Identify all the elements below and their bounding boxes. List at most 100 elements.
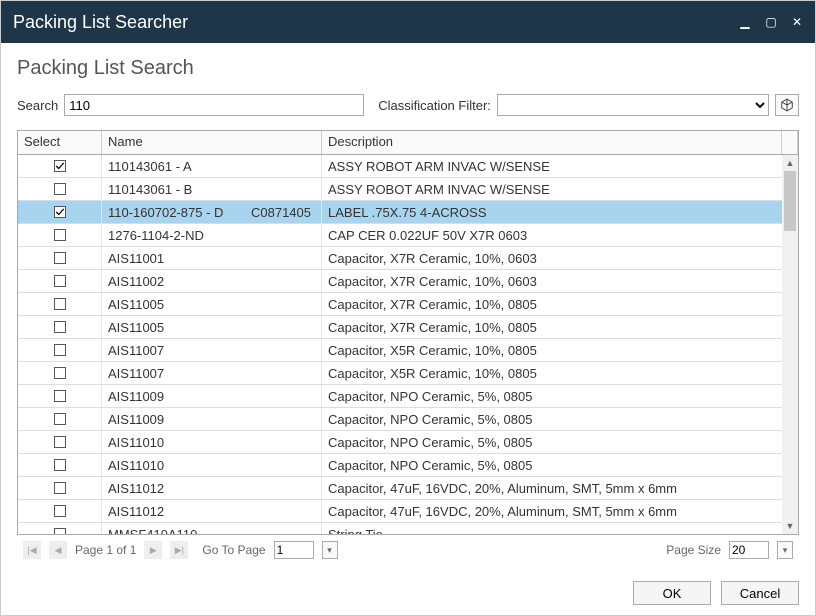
row-checkbox[interactable] [54, 229, 66, 241]
row-checkbox[interactable] [54, 505, 66, 517]
window-controls: ▁ ▢ ✕ [739, 15, 803, 29]
row-checkbox[interactable] [54, 344, 66, 356]
classification-filter-select[interactable] [497, 94, 769, 116]
row-name: AIS11010 [108, 458, 164, 473]
row-description: Capacitor, NPO Ceramic, 5%, 0805 [328, 435, 532, 450]
table-row[interactable]: AIS11005 Capacitor, X7R Ceramic, 10%, 080… [18, 293, 798, 316]
row-checkbox[interactable] [54, 482, 66, 494]
column-header-description[interactable]: Description [322, 131, 782, 154]
goto-page-label: Go To Page [202, 543, 265, 557]
row-description: Capacitor, NPO Ceramic, 5%, 0805 [328, 458, 532, 473]
row-checkbox[interactable] [54, 413, 66, 425]
row-description: Capacitor, 47uF, 16VDC, 20%, Aluminum, S… [328, 481, 677, 496]
titlebar: Packing List Searcher ▁ ▢ ✕ [1, 1, 815, 43]
row-description: Capacitor, X7R Ceramic, 10%, 0805 [328, 297, 537, 312]
pager: |◀ ◀ Page 1 of 1 ▶ ▶| Go To Page ▾ Page … [17, 535, 799, 561]
grid-header: Select Name Description [18, 131, 798, 155]
row-name: AIS11009 [108, 412, 164, 427]
table-row[interactable]: AIS11010 Capacitor, NPO Ceramic, 5%, 0805 [18, 431, 798, 454]
row-name: AIS11001 [108, 251, 164, 266]
table-row[interactable]: AIS11012 Capacitor, 47uF, 16VDC, 20%, Alu… [18, 500, 798, 523]
cube-button[interactable] [775, 94, 799, 116]
page-size-dropdown[interactable]: ▾ [777, 541, 793, 559]
row-checkbox[interactable] [54, 275, 66, 287]
row-checkbox[interactable] [54, 206, 66, 218]
row-checkbox[interactable] [54, 459, 66, 471]
dialog-footer: OK Cancel [1, 571, 815, 615]
column-header-name[interactable]: Name [102, 131, 322, 154]
row-description: ASSY ROBOT ARM INVAC W/SENSE [328, 159, 550, 174]
table-row[interactable]: MMSF419A110 String Tie [18, 523, 798, 534]
table-row[interactable]: AIS11005 Capacitor, X7R Ceramic, 10%, 080… [18, 316, 798, 339]
results-grid: Select Name Description 110143061 - AASS… [17, 130, 799, 535]
row-checkbox[interactable] [54, 160, 66, 172]
row-name: AIS11012 [108, 504, 164, 519]
row-checkbox[interactable] [54, 183, 66, 195]
ok-button[interactable]: OK [633, 581, 711, 605]
table-row[interactable]: AIS11009Capacitor, NPO Ceramic, 5%, 0805 [18, 408, 798, 431]
page-title: Packing List Search [17, 57, 799, 80]
table-row[interactable]: 1276-1104-2-ND CAP CER 0.022UF 50V X7R 06… [18, 224, 798, 247]
column-header-select[interactable]: Select [18, 131, 102, 154]
close-icon[interactable]: ✕ [791, 15, 803, 29]
row-checkbox[interactable] [54, 436, 66, 448]
scroll-thumb[interactable] [784, 171, 796, 231]
row-name: AIS11012 [108, 481, 164, 496]
row-checkbox[interactable] [54, 528, 66, 534]
goto-page-input[interactable] [274, 541, 314, 559]
row-checkbox[interactable] [54, 252, 66, 264]
row-name: 110-160702-875 - D [108, 205, 223, 220]
row-description: CAP CER 0.022UF 50V X7R 0603 [328, 228, 527, 243]
row-description: Capacitor, X5R Ceramic, 10%, 0805 [328, 343, 537, 358]
first-page-button[interactable]: |◀ [23, 541, 41, 559]
table-row[interactable]: 110-160702-875 - D C0871405 LABEL .75X.75 … [18, 201, 798, 224]
row-description: Capacitor, 47uF, 16VDC, 20%, Aluminum, S… [328, 504, 677, 519]
table-row[interactable]: AIS11007Capacitor, X5R Ceramic, 10%, 080… [18, 339, 798, 362]
table-row[interactable]: AIS11002 Capacitor, X7R Ceramic, 10%, 060… [18, 270, 798, 293]
row-checkbox[interactable] [54, 367, 66, 379]
next-page-button[interactable]: ▶ [144, 541, 162, 559]
row-description: LABEL .75X.75 4-ACROSS [328, 205, 487, 220]
scroll-up-icon[interactable]: ▲ [782, 155, 798, 171]
row-name: MMSF419A110 [108, 527, 197, 535]
table-row[interactable]: 110143061 - AASSY ROBOT ARM INVAC W/SENS… [18, 155, 798, 178]
row-checkbox[interactable] [54, 390, 66, 402]
last-page-button[interactable]: ▶| [170, 541, 188, 559]
row-name: AIS11010 [108, 435, 164, 450]
row-description: ASSY ROBOT ARM INVAC W/SENSE [328, 182, 550, 197]
row-description: Capacitor, NPO Ceramic, 5%, 0805 [328, 389, 532, 404]
scroll-down-icon[interactable]: ▼ [782, 518, 798, 534]
table-row[interactable]: AIS11012 Capacitor, 47uF, 16VDC, 20%, Alu… [18, 477, 798, 500]
row-description: Capacitor, X7R Ceramic, 10%, 0603 [328, 274, 537, 289]
table-row[interactable]: 110143061 - B ASSY ROBOT ARM INVAC W/SENS… [18, 178, 798, 201]
row-checkbox[interactable] [54, 321, 66, 333]
goto-page-dropdown[interactable]: ▾ [322, 541, 338, 559]
row-name: AIS11002 [108, 274, 164, 289]
row-description: Capacitor, X7R Ceramic, 10%, 0805 [328, 320, 537, 335]
prev-page-button[interactable]: ◀ [49, 541, 67, 559]
minimize-icon[interactable]: ▁ [739, 15, 751, 29]
page-size-label: Page Size [666, 543, 721, 557]
row-checkbox[interactable] [54, 298, 66, 310]
search-input[interactable] [64, 94, 364, 116]
row-description: String Tie [328, 527, 383, 535]
row-name: 1276-1104-2-ND [108, 228, 204, 243]
row-name: AIS11007 [108, 366, 164, 381]
maximize-icon[interactable]: ▢ [765, 15, 777, 29]
row-name: AIS11005 [108, 320, 164, 335]
row-description: Capacitor, X5R Ceramic, 10%, 0805 [328, 366, 537, 381]
row-name: 110143061 - B [108, 182, 192, 197]
table-row[interactable]: AIS11007 Capacitor, X5R Ceramic, 10%, 080… [18, 362, 798, 385]
search-label: Search [17, 98, 58, 113]
vertical-scrollbar[interactable]: ▲ ▼ [782, 155, 798, 534]
row-name: AIS11009 [108, 389, 164, 404]
table-row[interactable]: AIS11001 Capacitor, X7R Ceramic, 10%, 060… [18, 247, 798, 270]
table-row[interactable]: AIS11009 Capacitor, NPO Ceramic, 5%, 0805 [18, 385, 798, 408]
row-description: Capacitor, X7R Ceramic, 10%, 0603 [328, 251, 537, 266]
page-size-input[interactable] [729, 541, 769, 559]
cancel-button[interactable]: Cancel [721, 581, 799, 605]
row-name-extra: C0871405 [251, 205, 311, 220]
window-title: Packing List Searcher [13, 12, 188, 33]
row-name: AIS11005 [108, 297, 164, 312]
table-row[interactable]: AIS11010 Capacitor, NPO Ceramic, 5%, 0805 [18, 454, 798, 477]
